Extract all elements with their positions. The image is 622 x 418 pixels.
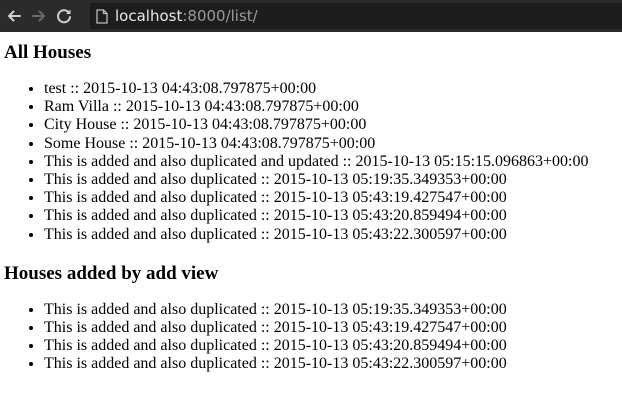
list-item: test :: 2015-10-13 04:43:08.797875+00:00 (44, 80, 618, 98)
list-item: This is added and also duplicated :: 201… (44, 189, 618, 207)
back-arrow-icon (8, 10, 21, 22)
added-houses-list: This is added and also duplicated :: 201… (4, 301, 618, 374)
list-item: Ram Villa :: 2015-10-13 04:43:08.797875+… (44, 98, 618, 116)
page-icon (96, 8, 108, 24)
list-item: This is added and also duplicated :: 201… (44, 319, 618, 337)
all-houses-list: test :: 2015-10-13 04:43:08.797875+00:00… (4, 80, 618, 244)
list-item: This is added and also duplicated :: 201… (44, 337, 618, 355)
list-item: City House :: 2015-10-13 04:43:08.797875… (44, 116, 618, 134)
url-host: localhost (115, 7, 183, 25)
reload-button[interactable] (53, 5, 75, 27)
all-houses-heading: All Houses (4, 42, 92, 63)
list-item: This is added and also duplicated :: 201… (44, 355, 618, 373)
list-item: This is added and also duplicated and up… (44, 153, 618, 171)
reload-icon (57, 9, 71, 24)
list-item: This is added and also duplicated :: 201… (44, 226, 618, 244)
address-bar[interactable]: localhost:8000/list/ (90, 3, 622, 29)
url-path: :8000/list/ (182, 7, 258, 25)
list-item: This is added and also duplicated :: 201… (44, 171, 618, 189)
added-houses-heading: Houses added by add view (4, 262, 219, 284)
list-item: Some House :: 2015-10-13 04:43:08.797875… (44, 135, 618, 153)
forward-button[interactable] (28, 5, 50, 27)
list-item: This is added and also duplicated :: 201… (44, 301, 618, 319)
page-content: All Houses test :: 2015-10-13 04:43:08.7… (0, 42, 622, 374)
back-button[interactable] (3, 5, 25, 27)
list-item: This is added and also duplicated :: 201… (44, 207, 618, 225)
browser-toolbar: localhost:8000/list/ (0, 0, 622, 32)
forward-arrow-icon (32, 10, 45, 22)
